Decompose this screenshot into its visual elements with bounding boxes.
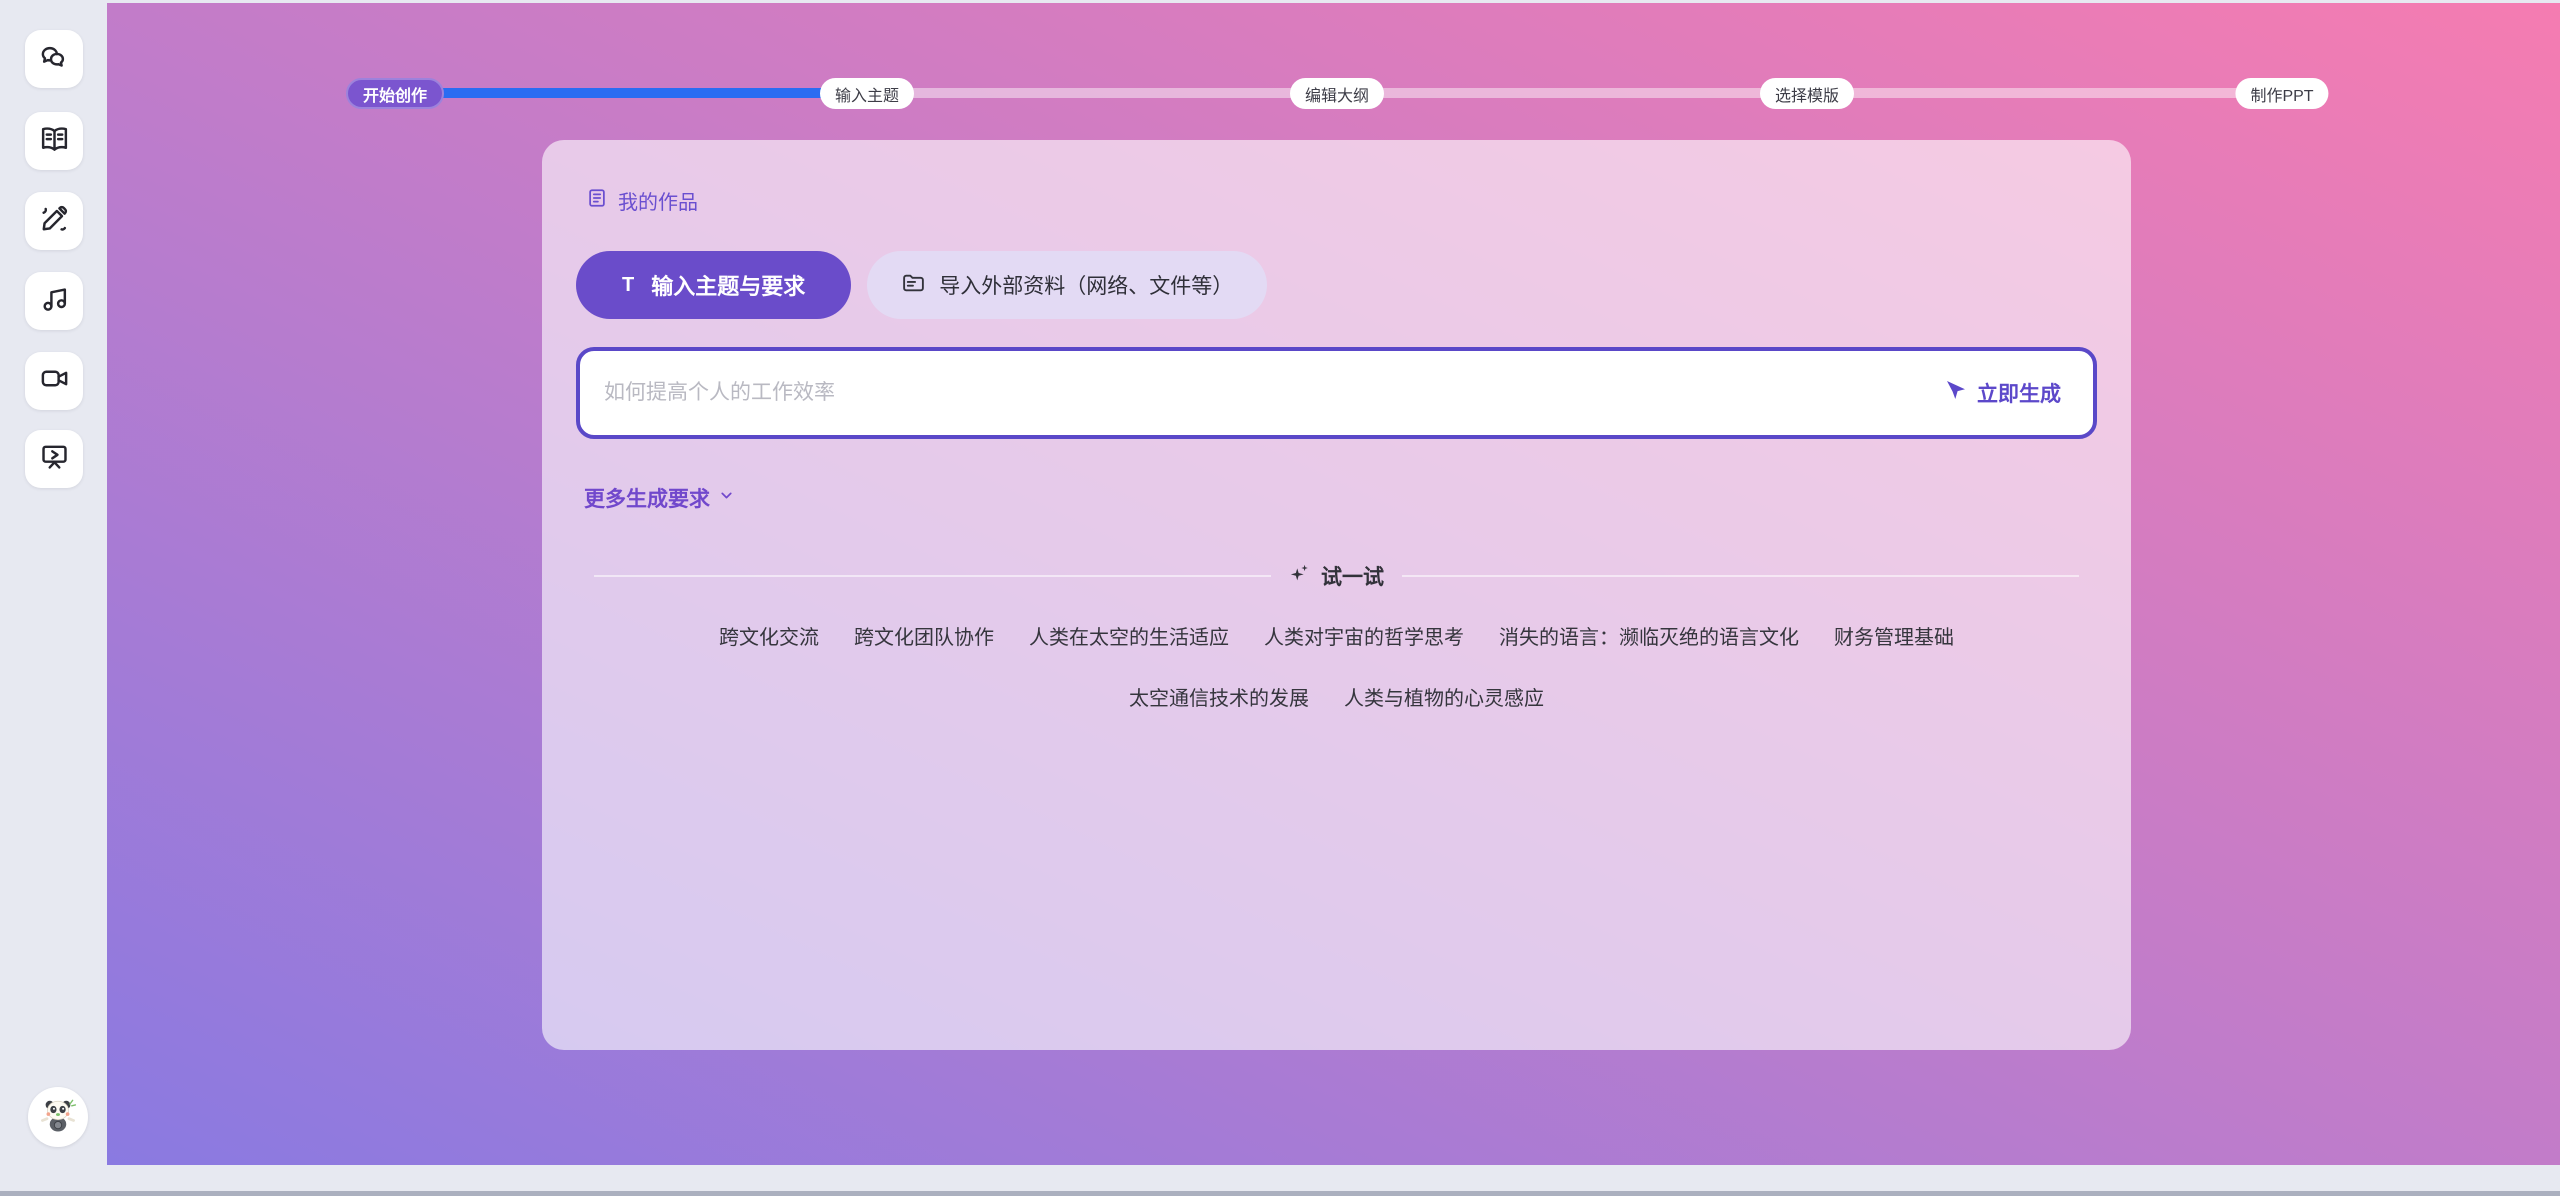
step-choose-template[interactable]: 选择模版 (1760, 78, 1854, 109)
tab-import-material-label: 导入外部资料（网络、文件等） (939, 270, 1233, 300)
suggestion-chip[interactable]: 人类在太空的生活适应 (1029, 621, 1229, 650)
create-card: 我的作品 T 输入主题与要求 导入外部资料（网络、文件等） 立即生成 (542, 140, 2131, 1050)
sidebar-item-presentation[interactable] (25, 430, 83, 488)
sidebar-item-chat[interactable] (25, 30, 83, 88)
source-tabs: T 输入主题与要求 导入外部资料（网络、文件等） (576, 251, 2097, 319)
generate-button[interactable]: 立即生成 (1944, 378, 2061, 408)
presentation-icon (39, 441, 70, 477)
document-icon (586, 187, 608, 215)
tool-sidebar (0, 0, 107, 1196)
more-requirements-toggle[interactable]: 更多生成要求 (584, 483, 735, 513)
tab-import-material[interactable]: 导入外部资料（网络、文件等） (867, 251, 1267, 319)
divider-line (1402, 575, 2079, 577)
sparkle-icon (1289, 562, 1311, 590)
divider-line (594, 575, 1271, 577)
suggestion-chip[interactable]: 人类与植物的心灵感应 (1344, 682, 1544, 711)
try-section-header: 试一试 (594, 561, 2079, 591)
my-works-label: 我的作品 (618, 186, 698, 215)
sidebar-item-video[interactable] (25, 352, 83, 410)
stepper-progress-line (395, 88, 867, 98)
sidebar-item-music[interactable] (25, 272, 83, 330)
sidebar-item-reading[interactable] (25, 112, 83, 170)
try-title: 试一试 (1321, 561, 1384, 591)
music-icon (39, 283, 70, 319)
suggestion-chip[interactable]: 人类对宇宙的哲学思考 (1264, 621, 1464, 650)
tab-input-topic[interactable]: T 输入主题与要求 (576, 251, 851, 319)
generate-label: 立即生成 (1977, 378, 2061, 408)
step-edit-outline[interactable]: 编辑大纲 (1290, 78, 1384, 109)
suggestion-chip[interactable]: 跨文化交流 (719, 621, 819, 650)
step-make-ppt[interactable]: 制作PPT (2235, 78, 2328, 109)
folder-icon (901, 270, 926, 301)
suggestion-row-1: 跨文化交流 跨文化团队协作 人类在太空的生活适应 人类对宇宙的哲学思考 消失的语… (576, 621, 2097, 650)
step-start-create[interactable]: 开始创作 (346, 78, 444, 109)
topic-input-box: 立即生成 (576, 347, 2097, 439)
book-icon (39, 123, 70, 159)
edit-pen-icon (39, 203, 70, 239)
suggestion-chip[interactable]: 财务管理基础 (1834, 621, 1954, 650)
chat-icon (39, 41, 70, 77)
topic-input[interactable] (604, 381, 1944, 405)
suggestion-chip[interactable]: 消失的语言：濒临灭绝的语言文化 (1499, 621, 1799, 650)
window-bottom-edge (0, 1191, 2560, 1196)
sidebar-item-writing[interactable] (25, 192, 83, 250)
video-icon (39, 363, 70, 399)
send-plane-icon (1944, 378, 1968, 408)
step-input-topic[interactable]: 输入主题 (820, 78, 914, 109)
text-icon: T (622, 274, 634, 297)
tab-input-topic-label: 输入主题与要求 (651, 269, 805, 301)
suggestion-chip[interactable]: 太空通信技术的发展 (1129, 682, 1309, 711)
suggestion-row-2: 太空通信技术的发展 人类与植物的心灵感应 (576, 682, 2097, 711)
chevron-down-icon (718, 486, 735, 510)
my-works-link[interactable]: 我的作品 (586, 186, 698, 215)
workspace-background: 开始创作 输入主题 编辑大纲 选择模版 制作PPT 我的作品 T 输入主题与要求 (107, 3, 2560, 1165)
more-requirements-label: 更多生成要求 (584, 483, 710, 513)
suggestion-chip[interactable]: 跨文化团队协作 (854, 621, 994, 650)
panda-avatar (36, 1093, 80, 1142)
user-avatar[interactable] (28, 1087, 88, 1147)
